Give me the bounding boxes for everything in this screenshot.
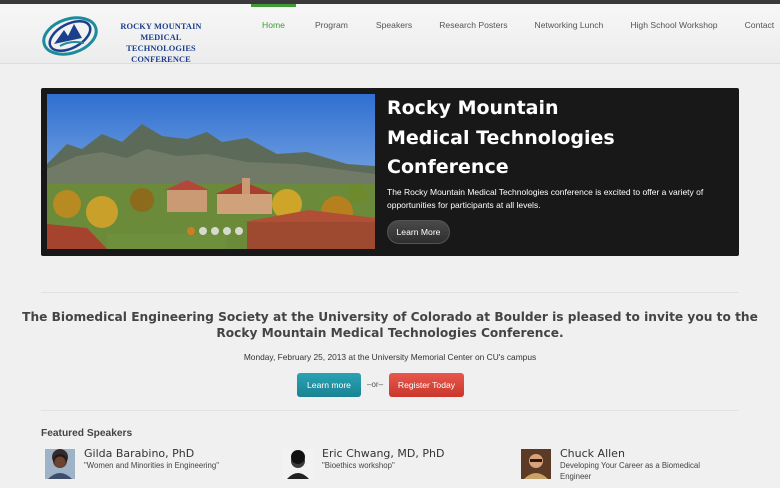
nav-home[interactable]: Home xyxy=(251,4,296,42)
register-today-button[interactable]: Register Today xyxy=(389,373,464,397)
logo-line: MEDICAL TECHNOLOGIES xyxy=(126,33,196,53)
nav-networking-lunch[interactable]: Networking Lunch xyxy=(535,8,604,42)
campus-photo xyxy=(47,94,375,249)
hero-title-line: Rocky Mountain xyxy=(387,97,559,119)
logo-swirl-icon xyxy=(42,16,98,56)
speaker-card[interactable]: Chuck Allen Developing Your Career as a … xyxy=(521,447,751,487)
logo-line: ROCKY MOUNTAIN xyxy=(120,22,202,31)
carousel-dot[interactable] xyxy=(235,227,243,235)
campus-illustration xyxy=(47,94,375,249)
hero-description: The Rocky Mountain Medical Technologies … xyxy=(387,187,704,210)
site-logo[interactable]: ROCKY MOUNTAIN MEDICAL TECHNOLOGIES CONF… xyxy=(40,10,210,64)
hero-learn-more-button[interactable]: Learn More xyxy=(387,220,450,244)
speaker-name[interactable]: Chuck Allen xyxy=(560,447,625,460)
speaker-card[interactable]: Gilda Barabino, PhD "Women and Minoritie… xyxy=(45,447,275,487)
logo-text: ROCKY MOUNTAIN MEDICAL TECHNOLOGIES CONF… xyxy=(106,21,216,65)
nav-program[interactable]: Program xyxy=(315,8,348,42)
site-header: ROCKY MOUNTAIN MEDICAL TECHNOLOGIES CONF… xyxy=(0,4,780,64)
hero-carousel: Rocky Mountain Medical Technologies Conf… xyxy=(41,88,739,256)
carousel-dot[interactable] xyxy=(211,227,219,235)
logo-line: CONFERENCE xyxy=(131,55,191,64)
nav-speakers[interactable]: Speakers xyxy=(376,8,412,42)
hero-title-line: Conference xyxy=(387,156,509,178)
carousel-dots xyxy=(187,227,243,235)
nav-high-school-workshop[interactable]: High School Workshop xyxy=(630,8,717,42)
hero-title-line: Medical Technologies xyxy=(387,126,615,149)
speaker-card[interactable]: Eric Chwang, MD, PhD "Bioethics workshop… xyxy=(283,447,513,487)
learn-more-button[interactable]: Learn more xyxy=(297,373,361,397)
hero-title: Rocky Mountain Medical Technologies Conf… xyxy=(387,94,717,183)
carousel-dot[interactable] xyxy=(223,227,231,235)
carousel-dot[interactable] xyxy=(199,227,207,235)
divider xyxy=(41,410,739,411)
speaker-photo xyxy=(521,449,551,479)
divider xyxy=(41,292,739,293)
or-separator: –or– xyxy=(367,380,384,389)
invitation-text: The Biomedical Engineering Society at th… xyxy=(22,310,758,340)
nav-research-posters[interactable]: Research Posters xyxy=(439,8,507,42)
speaker-photo xyxy=(45,449,75,479)
speaker-talk: "Bioethics workshop" xyxy=(322,461,395,470)
speaker-photo xyxy=(283,449,313,479)
speaker-name[interactable]: Gilda Barabino, PhD xyxy=(84,447,194,460)
carousel-dot[interactable] xyxy=(187,227,195,235)
speaker-talk: "Women and Minorities in Engineering" xyxy=(84,461,219,470)
speaker-talk: Developing Your Career as a Biomedical E… xyxy=(560,461,700,481)
event-date-line: Monday, February 25, 2013 at the Univers… xyxy=(243,352,537,362)
main-nav: Home Program Speakers Research Posters N… xyxy=(251,4,775,42)
speaker-name[interactable]: Eric Chwang, MD, PhD xyxy=(322,447,444,460)
nav-contact[interactable]: Contact xyxy=(745,8,775,42)
featured-speakers-heading: Featured Speakers xyxy=(41,428,133,439)
